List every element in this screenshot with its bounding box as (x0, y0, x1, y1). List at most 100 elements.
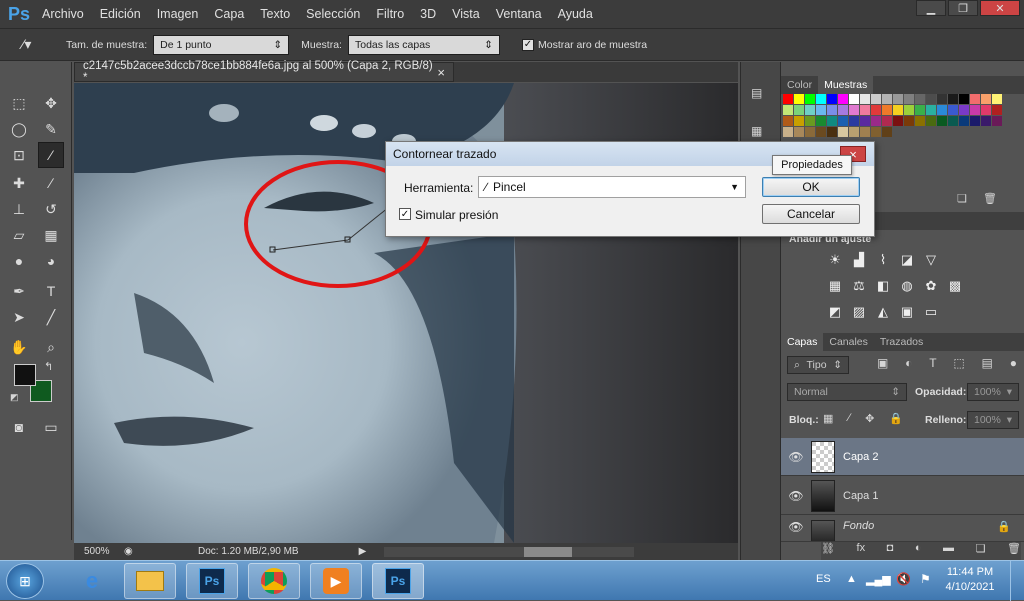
hue-saturation-icon[interactable]: ▦ (827, 278, 843, 294)
lock-transparency-icon[interactable]: ▦ (823, 412, 833, 425)
tab-capas[interactable]: Capas (781, 333, 824, 351)
document-tab[interactable]: c2147c5b2acee3dccb78ce1bb884fe6a.jpg al … (74, 60, 454, 84)
color-swatch[interactable] (904, 116, 914, 126)
color-swatch[interactable] (827, 127, 837, 137)
new-layer-icon[interactable]: ❏ (976, 542, 986, 560)
menu-ventana[interactable]: Ventana (488, 0, 550, 28)
color-swatch[interactable] (915, 105, 925, 115)
color-swatch[interactable] (794, 105, 804, 115)
color-swatch[interactable] (871, 127, 881, 137)
visibility-eye-icon[interactable]: 👁 (781, 489, 811, 503)
color-swatch[interactable] (871, 105, 881, 115)
sample-size-select[interactable]: De 1 punto ⇕ (153, 34, 290, 55)
clock[interactable]: 11:44 PM 4/10/2021 (940, 565, 1000, 595)
color-swatch[interactable] (838, 105, 848, 115)
menu-vista[interactable]: Vista (444, 0, 488, 28)
layer-row-fondo[interactable]: 👁 Fondo 🔒 (781, 516, 1024, 542)
quick-select-tool-icon[interactable]: ✎ (38, 116, 64, 142)
eyedropper-tool-preset-icon[interactable]: ⁄▾ (22, 36, 44, 53)
blur-tool-icon[interactable]: ● (6, 248, 32, 274)
color-swatch[interactable] (838, 127, 848, 137)
properties-panel-icon[interactable]: ▦ (751, 124, 762, 138)
invert-icon[interactable]: ◩ (827, 304, 843, 320)
layer-row-capa-1[interactable]: 👁 Capa 1 (781, 477, 1024, 515)
pen-tool-icon[interactable]: ✒ (6, 278, 32, 304)
color-swatch[interactable] (893, 116, 903, 126)
color-swatch[interactable] (926, 116, 936, 126)
color-swatch[interactable] (904, 105, 914, 115)
horizontal-scrollbar[interactable] (384, 546, 635, 557)
color-swatch[interactable] (882, 116, 892, 126)
color-swatch[interactable] (926, 105, 936, 115)
color-swatch[interactable] (959, 116, 969, 126)
color-swatch[interactable] (981, 105, 991, 115)
opacity-input[interactable]: 100% ▾ (967, 383, 1019, 401)
color-swatch[interactable] (838, 94, 848, 104)
link-layers-icon[interactable]: ⛓ (821, 542, 835, 560)
move-tool-icon[interactable]: ✥ (38, 90, 64, 116)
color-swatch[interactable] (959, 94, 969, 104)
internet-explorer-icon[interactable]: e (66, 563, 118, 599)
default-colors-icon[interactable]: ◩ (10, 392, 19, 403)
brush-tool-icon[interactable]: ∕ (38, 170, 64, 196)
color-swatch[interactable] (948, 116, 958, 126)
posterize-icon[interactable]: ▨ (851, 304, 867, 320)
color-swatch[interactable] (937, 94, 947, 104)
lock-position-icon[interactable]: ✥ (865, 412, 874, 425)
stamp-tool-icon[interactable]: ⊥ (6, 196, 32, 222)
simulate-pressure-checkbox[interactable]: ✓ (399, 208, 411, 220)
color-swatch[interactable] (805, 116, 815, 126)
color-swatch[interactable] (860, 116, 870, 126)
menu-archivo[interactable]: Archivo (34, 0, 92, 28)
crop-tool-icon[interactable]: ⊡ (6, 142, 32, 168)
new-swatch-icon[interactable]: ❏ (957, 192, 967, 205)
start-button[interactable]: ⊞ (6, 563, 44, 599)
network-icon[interactable]: ▂▄▆ (866, 573, 891, 586)
color-swatch[interactable] (860, 127, 870, 137)
color-swatch[interactable] (992, 116, 1002, 126)
layer-name[interactable]: Capa 1 (843, 490, 878, 502)
color-swatch[interactable] (904, 94, 914, 104)
color-swatch[interactable] (794, 94, 804, 104)
new-group-icon[interactable]: ▬ (943, 542, 954, 560)
lasso-tool-icon[interactable]: ◯ (6, 116, 32, 142)
trash-icon[interactable]: 🗑 (983, 192, 997, 205)
photoshop-taskbar-icon[interactable]: Ps (186, 563, 238, 599)
color-swatch[interactable] (783, 116, 793, 126)
color-swatch[interactable] (805, 127, 815, 137)
color-swatch[interactable] (882, 127, 892, 137)
color-swatch[interactable] (981, 94, 991, 104)
threshold-icon[interactable]: ◭ (875, 304, 891, 320)
color-swatch[interactable] (882, 105, 892, 115)
color-swatch[interactable] (816, 116, 826, 126)
quick-mask-icon[interactable]: ◙ (6, 414, 32, 440)
fill-input[interactable]: 100% ▾ (967, 411, 1019, 429)
eraser-tool-icon[interactable]: ▱ (6, 222, 32, 248)
language-indicator[interactable]: ES (816, 573, 831, 585)
history-brush-tool-icon[interactable]: ↺ (38, 196, 64, 222)
minimize-button[interactable]: ▁ (916, 0, 946, 16)
layer-style-icon[interactable]: fx (857, 542, 866, 560)
vibrance-triangle-icon[interactable]: ▽ (923, 252, 939, 268)
color-swatch[interactable] (992, 94, 1002, 104)
color-swatch[interactable] (827, 105, 837, 115)
type-filter-icon[interactable]: T (929, 356, 936, 370)
visibility-eye-icon[interactable]: 👁 (781, 520, 811, 534)
color-swatch[interactable] (805, 105, 815, 115)
layer-name[interactable]: Fondo (843, 520, 874, 532)
color-swatch[interactable] (970, 105, 980, 115)
color-swatch[interactable] (860, 94, 870, 104)
color-swatch[interactable] (948, 105, 958, 115)
zoom-tool-icon[interactable]: ⌕ (38, 334, 64, 360)
menu-seleccion[interactable]: Selección (298, 0, 368, 28)
color-swatch[interactable] (948, 94, 958, 104)
color-swatch[interactable] (816, 94, 826, 104)
color-swatch[interactable] (849, 94, 859, 104)
color-balance-icon[interactable]: ⚖ (851, 278, 867, 294)
color-swatch[interactable] (783, 94, 793, 104)
color-swatch[interactable] (805, 94, 815, 104)
tab-color[interactable]: Color (781, 76, 818, 94)
foreground-color-swatch-top[interactable] (14, 364, 36, 386)
color-swatch[interactable] (992, 105, 1002, 115)
chrome-icon[interactable] (248, 563, 300, 599)
